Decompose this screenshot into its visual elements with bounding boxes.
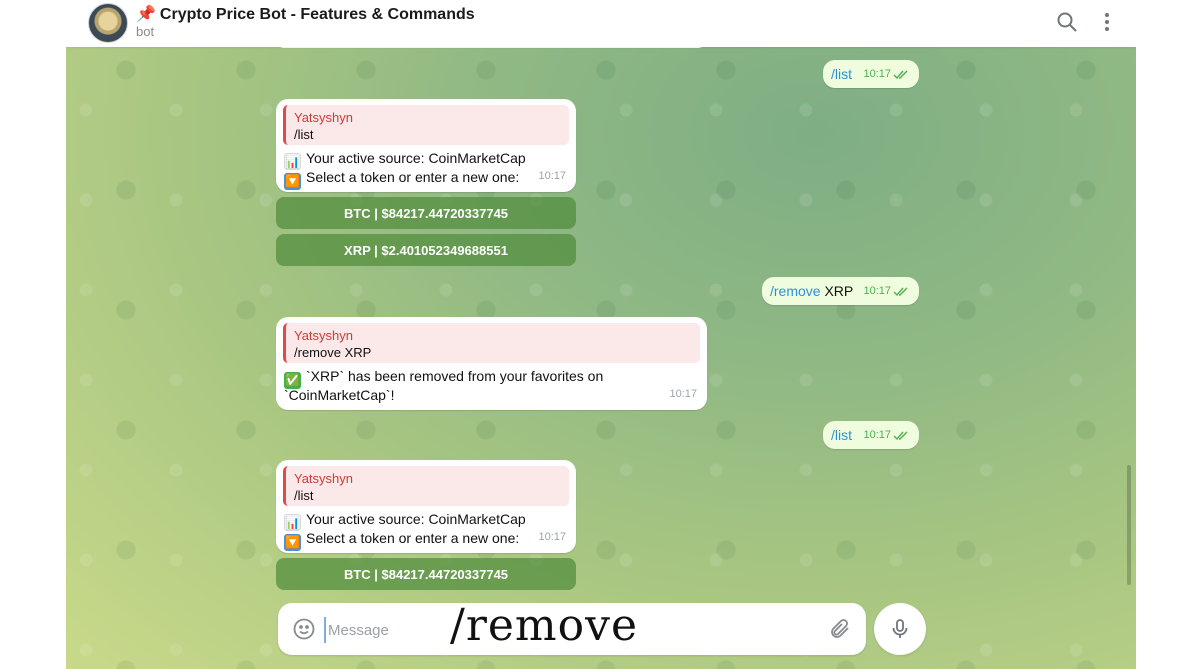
message-time: 10:17 xyxy=(863,68,891,80)
double-check-icon xyxy=(893,70,908,79)
overlay-caption: /remove xyxy=(450,600,639,651)
message-line: 🔽 Select a token or enter a new one: xyxy=(284,529,519,551)
command-link[interactable]: /list xyxy=(831,65,852,84)
microphone-icon xyxy=(892,619,908,638)
down-arrow-icon: 🔽 xyxy=(284,534,301,551)
message-time: 10:17 xyxy=(863,285,891,297)
chat-header: 📌 Crypto Price Bot - Features & Commands … xyxy=(66,0,1136,47)
reply-text: /list xyxy=(294,127,314,142)
incoming-message[interactable]: Yatsyshyn /list 📊 Your active source: Coi… xyxy=(276,460,576,553)
more-vertical-icon[interactable] xyxy=(1095,10,1119,34)
message-meta: 10:17 xyxy=(863,65,909,84)
reply-quote[interactable]: Yatsyshyn /remove XRP xyxy=(283,323,700,363)
reply-text: /remove XRP xyxy=(294,345,372,360)
message-line: `CoinMarketCap`! xyxy=(284,387,395,403)
chat-subtitle: bot xyxy=(136,24,155,39)
message-time: 10:17 xyxy=(538,170,566,182)
command-link[interactable]: /remove xyxy=(770,283,821,299)
message-text: Your active source: CoinMarketCap xyxy=(306,150,526,166)
chat-window: 📌 Crypto Price Bot - Features & Commands … xyxy=(66,0,1136,669)
chat-title[interactable]: 📌 Crypto Price Bot - Features & Commands xyxy=(136,4,475,24)
command-link[interactable]: /list xyxy=(831,426,852,445)
reply-author: Yatsyshyn xyxy=(294,328,354,343)
message-line: /remove XRP xyxy=(770,282,853,301)
microphone-button[interactable] xyxy=(874,603,926,655)
reply-author: Yatsyshyn xyxy=(294,471,354,486)
message-text: Select a token or enter a new one: xyxy=(306,530,520,546)
incoming-message[interactable]: Yatsyshyn /list 📊 Your active source: Coi… xyxy=(276,99,576,192)
outgoing-message[interactable]: /remove XRP 10:17 xyxy=(762,277,919,305)
message-text: `XRP` has been removed from your favorit… xyxy=(306,368,604,384)
message-time: 10:17 xyxy=(538,531,566,543)
message-line: 📊 Your active source: CoinMarketCap xyxy=(284,510,526,531)
outgoing-message[interactable]: /list 10:17 xyxy=(823,421,919,449)
pin-icon: 📌 xyxy=(136,6,156,23)
avatar[interactable] xyxy=(88,3,128,43)
message-meta: 10:17 xyxy=(863,282,909,301)
smile-icon[interactable] xyxy=(292,617,316,641)
search-icon[interactable] xyxy=(1055,10,1079,34)
command-argument: XRP xyxy=(820,283,854,299)
keyboard-button-btc[interactable]: BTC | $84217.44720337745 xyxy=(276,197,576,229)
down-arrow-icon: 🔽 xyxy=(284,173,301,190)
reply-quote[interactable]: Yatsyshyn /list xyxy=(283,105,569,145)
double-check-icon xyxy=(893,431,908,440)
outgoing-message[interactable]: /list 10:17 xyxy=(823,60,919,88)
double-check-icon xyxy=(893,287,908,296)
keyboard-button-xrp[interactable]: XRP | $2.401052349688551 xyxy=(276,234,576,266)
message-line: 📊 Your active source: CoinMarketCap xyxy=(284,149,526,170)
incoming-message[interactable]: Yatsyshyn /remove XRP ✅ `XRP` has been re… xyxy=(276,317,707,410)
chat-title-text: Crypto Price Bot - Features & Commands xyxy=(159,6,475,23)
message-line: 🔽 Select a token or enter a new one: xyxy=(284,168,519,190)
scrollbar[interactable] xyxy=(1127,465,1131,585)
message-time: 10:17 xyxy=(669,388,697,400)
paperclip-icon[interactable] xyxy=(828,617,852,641)
message-meta: 10:17 xyxy=(863,426,909,445)
message-time: 10:17 xyxy=(863,429,891,441)
reply-quote[interactable]: Yatsyshyn /list xyxy=(283,466,569,506)
message-text: Your active source: CoinMarketCap xyxy=(306,511,526,527)
message-text: Select a token or enter a new one: xyxy=(306,169,520,185)
reply-author: Yatsyshyn xyxy=(294,110,354,125)
keyboard-button-btc[interactable]: BTC | $84217.44720337745 xyxy=(276,558,576,590)
reply-text: /list xyxy=(294,488,314,503)
